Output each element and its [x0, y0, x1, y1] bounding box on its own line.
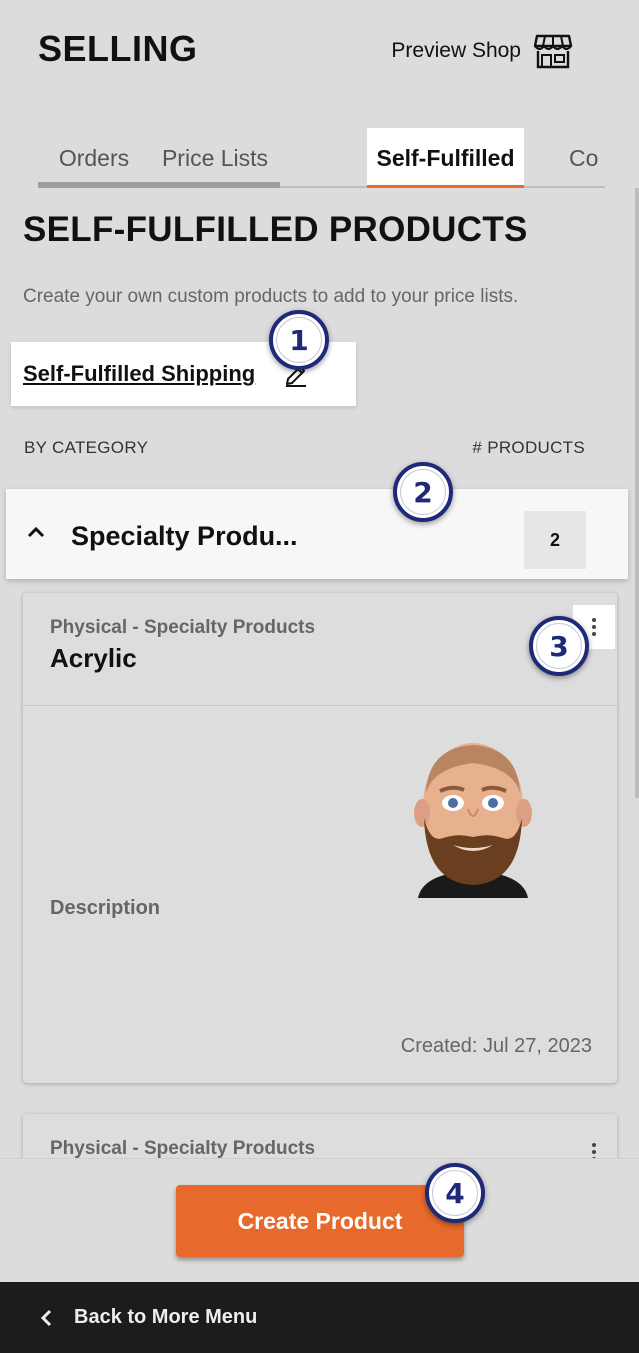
- step-marker-1: 1: [269, 310, 329, 370]
- category-count-badge: 2: [524, 511, 586, 569]
- storefront-icon: [533, 34, 573, 69]
- scrollbar[interactable]: [635, 188, 639, 798]
- category-specialty-products[interactable]: Specialty Produ... 2: [6, 489, 628, 579]
- avatar: [414, 743, 532, 898]
- preview-shop-button[interactable]: Preview Shop: [391, 32, 573, 70]
- section-description: Create your own custom products to add t…: [23, 286, 519, 307]
- category-label: Specialty Produ...: [71, 521, 298, 551]
- chevron-up-icon: [27, 526, 45, 538]
- tab-price-lists-label: Price Lists: [161, 144, 269, 171]
- product-type: Physical - Specialty Products: [50, 617, 316, 638]
- tab-co-label: Co: [569, 144, 599, 171]
- card-divider: [23, 705, 617, 706]
- tab-underline: [38, 182, 150, 188]
- products-count-header: # PRODUCTS: [472, 438, 585, 457]
- back-label: Back to More Menu: [74, 1306, 258, 1328]
- tab-self-fulfilled[interactable]: Self-Fulfilled: [367, 128, 524, 188]
- back-to-more-menu[interactable]: Back to More Menu: [0, 1282, 639, 1353]
- product-type: Physical - Specialty Products: [50, 1138, 316, 1159]
- product-description-label: Description: [50, 897, 161, 919]
- step-marker-4: 4: [425, 1163, 485, 1223]
- section-title: SELF-FULFILLED PRODUCTS: [23, 210, 528, 249]
- tab-underline: [150, 182, 280, 188]
- tab-orders[interactable]: Orders: [38, 128, 150, 188]
- tab-active-underline: [367, 185, 524, 188]
- chevron-left-icon: [40, 1309, 52, 1327]
- product-name: Acrylic: [50, 643, 137, 673]
- action-bar: Create Product: [0, 1158, 639, 1282]
- tab-price-lists[interactable]: Price Lists: [150, 128, 280, 188]
- step-marker-2: 2: [393, 462, 453, 522]
- shipping-link-label: Self-Fulfilled Shipping: [23, 361, 256, 386]
- page-title: SELLING: [38, 28, 198, 69]
- step-marker-3: 3: [529, 616, 589, 676]
- selling-tabs: Orders Price Lists Self-Fulfilled Co: [38, 128, 605, 188]
- tab-orders-label: Orders: [58, 144, 130, 171]
- create-product-button[interactable]: Create Product: [176, 1185, 464, 1257]
- product-created-date: Created: Jul 27, 2023: [400, 1035, 592, 1057]
- by-category-header: BY CATEGORY: [24, 438, 149, 457]
- preview-shop-label: Preview Shop: [391, 39, 521, 62]
- product-card-acrylic[interactable]: Physical - Specialty Products Acrylic De…: [23, 593, 617, 1083]
- app-header: SELLING Preview Shop: [0, 0, 639, 100]
- tab-self-fulfilled-label: Self-Fulfilled: [376, 144, 515, 171]
- tab-co[interactable]: Co: [569, 128, 605, 188]
